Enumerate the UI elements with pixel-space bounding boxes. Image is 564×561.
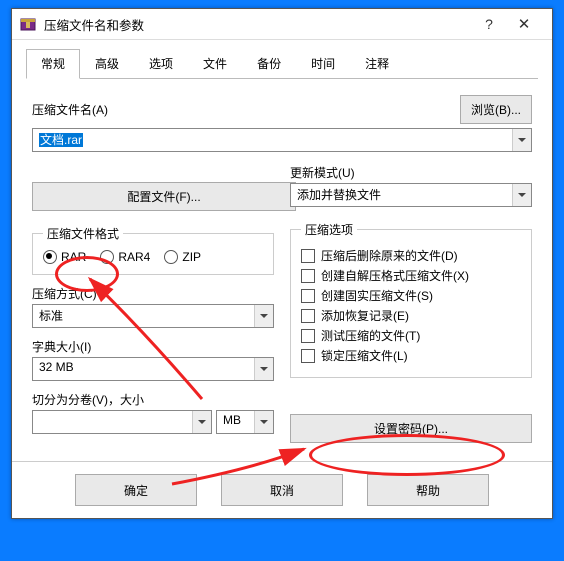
split-size-value[interactable] xyxy=(33,411,192,433)
help-button[interactable]: ? xyxy=(474,16,504,32)
format-legend: 压缩文件格式 xyxy=(43,225,123,242)
chk-lock[interactable]: 锁定压缩文件(L) xyxy=(301,347,521,364)
tab-backup[interactable]: 备份 xyxy=(242,49,296,79)
dict-value: 32 MB xyxy=(33,358,254,380)
options-legend: 压缩选项 xyxy=(301,221,357,238)
profiles-button[interactable]: 配置文件(F)... xyxy=(32,182,296,211)
app-icon xyxy=(20,16,36,32)
chevron-down-icon[interactable] xyxy=(254,411,273,433)
archive-name-value[interactable]: 文档.rar xyxy=(39,133,83,147)
archive-name-combo[interactable]: 文档.rar xyxy=(32,128,532,152)
radio-zip[interactable]: ZIP xyxy=(164,250,201,264)
method-combo[interactable]: 标准 xyxy=(32,304,274,328)
update-mode-label: 更新模式(U) xyxy=(290,164,532,181)
split-label: 切分为分卷(V)，大小 xyxy=(32,391,274,408)
tab-advanced[interactable]: 高级 xyxy=(80,49,134,79)
browse-button[interactable]: 浏览(B)... xyxy=(460,95,532,124)
chk-sfx[interactable]: 创建自解压格式压缩文件(X) xyxy=(301,267,521,284)
update-mode-combo[interactable]: 添加并替换文件 xyxy=(290,183,532,207)
split-unit-value: MB xyxy=(217,411,254,433)
dialog-footer: 确定 取消 帮助 xyxy=(12,461,552,518)
chk-recovery[interactable]: 添加恢复记录(E) xyxy=(301,307,521,324)
chk-solid[interactable]: 创建固实压缩文件(S) xyxy=(301,287,521,304)
titlebar: 压缩文件名和参数 ? ✕ xyxy=(12,9,552,40)
chevron-down-icon[interactable] xyxy=(254,358,273,380)
tab-general[interactable]: 常规 xyxy=(26,49,80,79)
dialog-window: 压缩文件名和参数 ? ✕ 常规 高级 选项 文件 备份 时间 注释 压缩文件名(… xyxy=(11,8,553,519)
dict-combo[interactable]: 32 MB xyxy=(32,357,274,381)
format-group: 压缩文件格式 RAR RAR4 ZIP xyxy=(32,225,274,275)
chk-delete-after[interactable]: 压缩后删除原来的文件(D) xyxy=(301,247,521,264)
close-button[interactable]: ✕ xyxy=(504,15,544,33)
cancel-button[interactable]: 取消 xyxy=(221,474,343,506)
ok-button[interactable]: 确定 xyxy=(75,474,197,506)
archive-name-label: 压缩文件名(A) xyxy=(32,101,108,118)
chevron-down-icon[interactable] xyxy=(192,411,211,433)
method-label: 压缩方式(C) xyxy=(32,285,274,302)
help-button-footer[interactable]: 帮助 xyxy=(367,474,489,506)
tab-comment[interactable]: 注释 xyxy=(350,49,404,79)
set-password-button[interactable]: 设置密码(P)... xyxy=(290,414,532,443)
method-value: 标准 xyxy=(33,305,254,327)
chevron-down-icon[interactable] xyxy=(512,129,531,151)
dict-label: 字典大小(I) xyxy=(32,338,274,355)
chevron-down-icon[interactable] xyxy=(254,305,273,327)
split-size-combo[interactable] xyxy=(32,410,212,434)
radio-rar[interactable]: RAR xyxy=(43,250,86,264)
radio-rar4[interactable]: RAR4 xyxy=(100,250,150,264)
content-area: 常规 高级 选项 文件 备份 时间 注释 压缩文件名(A) 浏览(B)... 文… xyxy=(12,40,552,461)
chevron-down-icon[interactable] xyxy=(512,184,531,206)
tab-options[interactable]: 选项 xyxy=(134,49,188,79)
split-unit-combo[interactable]: MB xyxy=(216,410,274,434)
options-group: 压缩选项 压缩后删除原来的文件(D) 创建自解压格式压缩文件(X) 创建固实压缩… xyxy=(290,221,532,378)
tab-strip: 常规 高级 选项 文件 备份 时间 注释 xyxy=(26,48,538,79)
window-title: 压缩文件名和参数 xyxy=(44,15,474,34)
update-mode-value: 添加并替换文件 xyxy=(291,184,512,206)
tab-time[interactable]: 时间 xyxy=(296,49,350,79)
chk-test[interactable]: 测试压缩的文件(T) xyxy=(301,327,521,344)
tab-files[interactable]: 文件 xyxy=(188,49,242,79)
